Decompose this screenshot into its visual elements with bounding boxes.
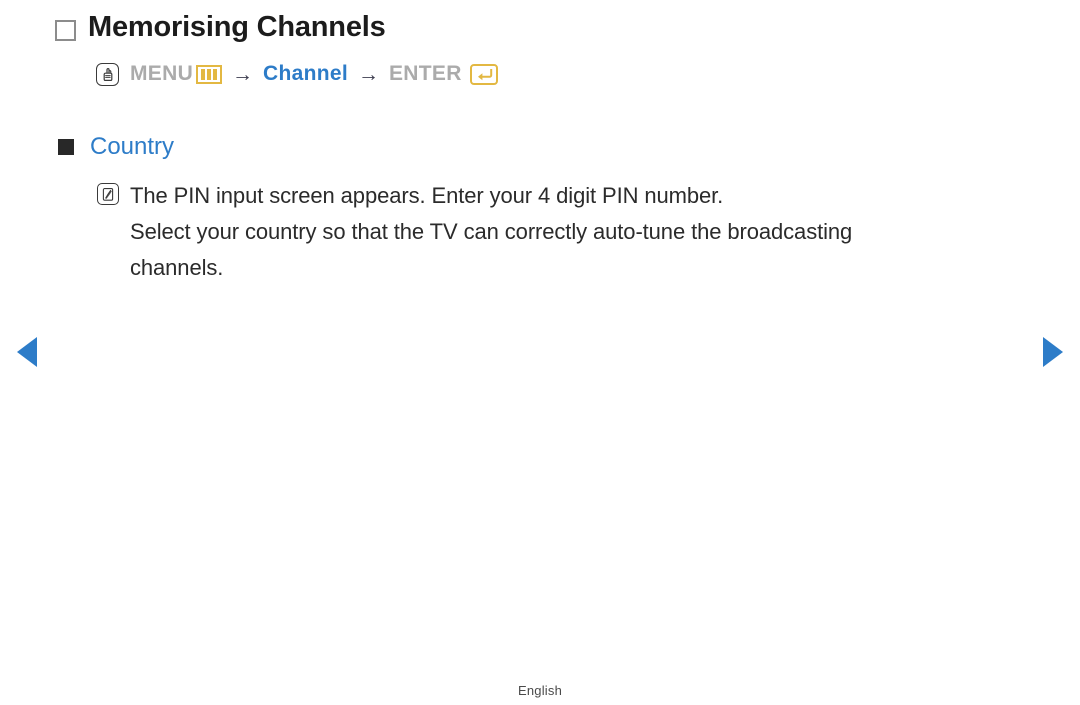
note-pencil-icon <box>97 183 119 205</box>
menu-path-breadcrumb: MENU → Channel → ENTER <box>96 62 498 86</box>
section-heading-row: Country <box>58 133 174 161</box>
menu-path-step-menu: MENU <box>130 62 194 85</box>
next-page-button[interactable] <box>1043 337 1063 367</box>
section-title-country: Country <box>90 133 175 160</box>
path-separator-arrow-2: → <box>357 62 379 86</box>
menu-path-step-enter: ENTER <box>388 62 462 85</box>
note-text-line-1: The PIN input screen appears. Enter your… <box>130 183 724 208</box>
enter-return-icon <box>469 63 498 85</box>
page-title: Memorising Channels <box>88 11 386 43</box>
prev-page-button[interactable] <box>17 337 37 367</box>
note-text-line-2: Select your country so that the TV can c… <box>130 219 853 244</box>
menu-path-step-channel: Channel <box>263 62 348 85</box>
menu-bars-icon <box>196 64 223 84</box>
note-line-first: The PIN input screen appears. Enter your… <box>97 178 1017 214</box>
footer-language-label: English <box>517 683 563 698</box>
remote-hand-press-icon <box>96 62 119 86</box>
emanual-page: Memorising Channels MENU → Channel → ENT… <box>0 0 1080 705</box>
hollow-square-bullet-icon <box>55 20 76 42</box>
filled-square-bullet-icon <box>58 139 74 155</box>
note-block: The PIN input screen appears. Enter your… <box>97 178 1017 286</box>
page-title-row: Memorising Channels <box>55 11 386 44</box>
note-text-line-3: channels. <box>130 255 224 280</box>
path-separator-arrow-1: → <box>232 62 254 86</box>
